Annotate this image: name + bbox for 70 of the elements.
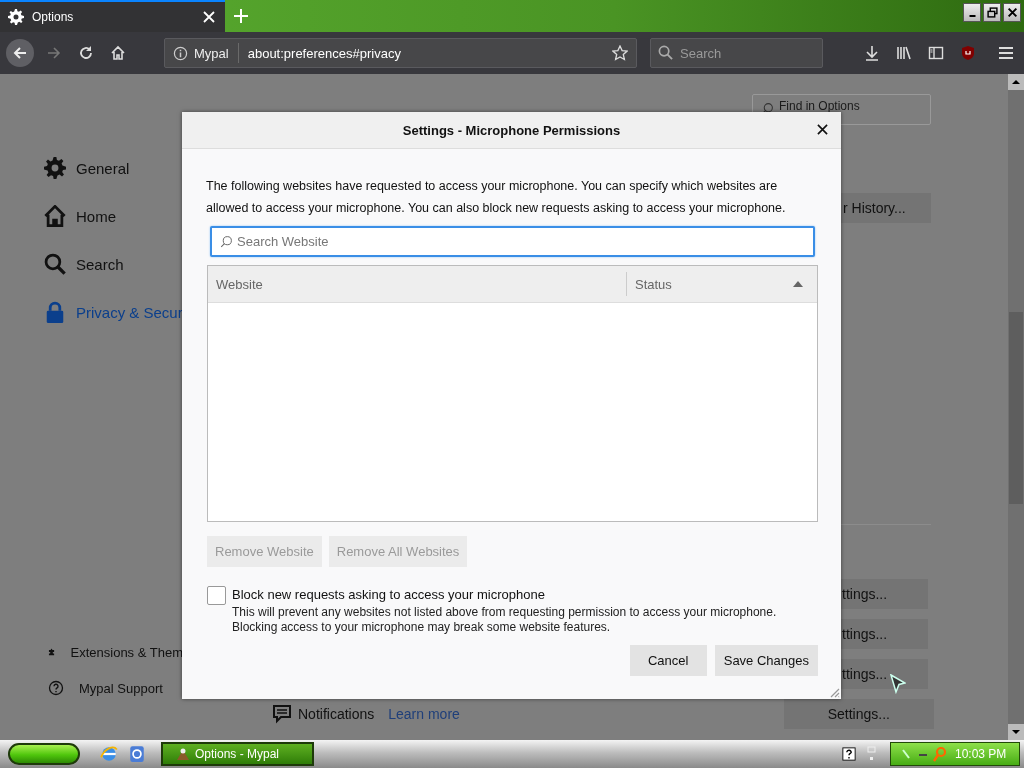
notifications-label: Notifications [298, 706, 375, 722]
history-button[interactable]: r History... [841, 193, 931, 223]
sidebar-item[interactable]: Search [44, 250, 183, 278]
restore-button[interactable] [983, 3, 1001, 22]
lock-icon [44, 301, 66, 323]
home-icon [44, 205, 66, 227]
scroll-thumb[interactable] [1009, 312, 1023, 504]
dialog-description: The following websites have requested to access your microphone. You can specify which websites are allowed to access your microphone. You can also block new requests asking to access your microphone. [206, 178, 787, 217]
search-field[interactable]: Search [650, 38, 823, 68]
gear-icon [8, 9, 24, 25]
checkbox[interactable] [207, 586, 226, 605]
library-icon[interactable] [896, 45, 912, 61]
resize-grip-icon[interactable] [828, 686, 840, 698]
settings-button[interactable]: ttings... [841, 659, 928, 689]
settings-button[interactable]: ttings... [841, 579, 928, 609]
restore-icon [986, 7, 998, 18]
checkbox-label[interactable]: Block new requests asking to access your microphone [232, 587, 807, 602]
close-icon[interactable] [817, 124, 828, 135]
cursor-icon [890, 674, 906, 694]
app-icon [175, 746, 191, 762]
gear-icon [44, 157, 66, 179]
column-header[interactable]: Website [208, 272, 627, 296]
back-arrow-icon [12, 45, 28, 61]
search-icon [220, 235, 233, 248]
column-header[interactable]: Status [627, 266, 817, 302]
menu-icon[interactable] [998, 45, 1014, 61]
find-field[interactable]: Find in Options [752, 94, 931, 125]
download-icon[interactable] [864, 45, 880, 61]
forward-icon[interactable] [46, 45, 62, 61]
taskbar-button[interactable]: Options - Mypal [161, 742, 314, 766]
search-icon [44, 253, 66, 275]
scroll-down-icon[interactable] [1008, 724, 1024, 740]
settings-button[interactable]: Settings... [783, 699, 934, 729]
back-button[interactable] [6, 39, 34, 67]
plus-icon[interactable] [234, 9, 248, 23]
scroll-up-icon[interactable] [1008, 74, 1024, 90]
cancel-button[interactable]: Cancel [629, 645, 707, 676]
speech-bubble-icon [272, 704, 292, 724]
sidebar-item[interactable]: Privacy & Secur [44, 298, 183, 326]
url-text[interactable]: about:preferences#privacy [247, 45, 606, 61]
learn-more-link[interactable]: Learn more [388, 706, 460, 722]
help-icon[interactable] [842, 747, 856, 761]
shield-icon[interactable] [960, 45, 976, 61]
minimize-button[interactable] [963, 3, 981, 22]
sidebar-link[interactable]: Extensions & Them [44, 644, 183, 660]
dialog-title: Settings - Microphone Permissions [402, 122, 621, 138]
settings-button[interactable]: ttings... [841, 619, 928, 649]
browser-tab[interactable]: Options [0, 0, 225, 32]
block-note: This will prevent any websites not listed above from requesting permission to access your microphone. Blocking access to your microphone may break some website features. [232, 605, 778, 635]
minimize-icon [968, 14, 976, 17]
sidebar-icon[interactable] [928, 45, 944, 61]
info-icon[interactable] [173, 45, 188, 61]
home-icon[interactable] [110, 45, 126, 61]
sidebar-item[interactable]: Home [44, 202, 183, 230]
close-button[interactable] [1003, 3, 1021, 22]
help-icon [48, 680, 64, 696]
site-identity[interactable]: Mypal [194, 45, 229, 61]
search-icon [658, 45, 673, 60]
star-icon[interactable] [612, 45, 628, 61]
save-button[interactable]: Save Changes [714, 645, 818, 676]
clock-time: 10:03 PM [955, 747, 1007, 761]
sidebar-link[interactable]: Mypal Support [44, 680, 183, 696]
globe-icon[interactable] [100, 745, 118, 763]
search-field[interactable]: Search Website [210, 226, 815, 257]
reload-icon[interactable] [78, 45, 94, 61]
close-icon [1006, 7, 1018, 18]
scrollbar[interactable] [1008, 74, 1024, 740]
app-icon[interactable] [128, 745, 146, 763]
start-button[interactable] [8, 743, 80, 765]
sidebar-item[interactable]: General [44, 154, 183, 182]
